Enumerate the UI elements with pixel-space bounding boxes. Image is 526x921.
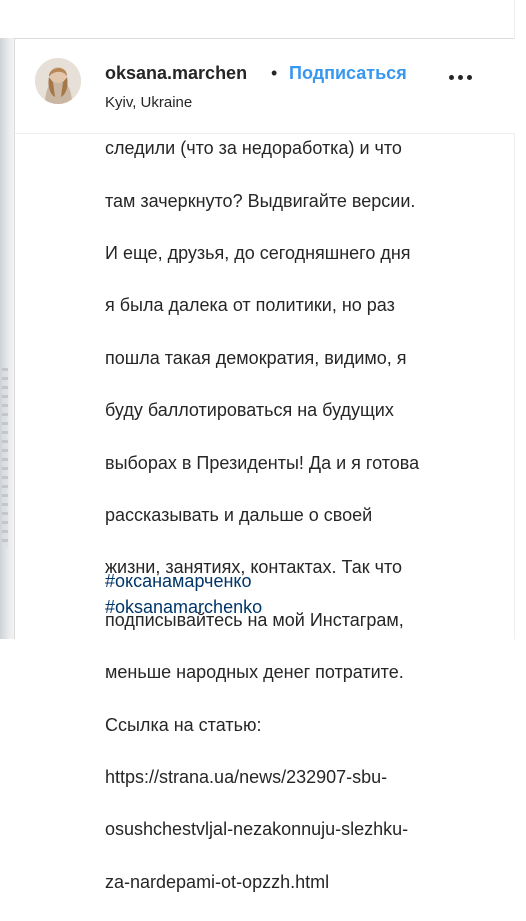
hashtag-link[interactable]: #oksanamarchenko [105, 594, 262, 620]
follow-button[interactable]: Подписаться [289, 63, 407, 84]
post-side-panel: oksana.marchen • Подписаться Kyiv, Ukrai… [14, 38, 515, 892]
avatar[interactable] [35, 58, 81, 104]
more-dot-icon [467, 75, 472, 80]
hashtag-list: #оксанамарченко #oksanamarchenko [105, 568, 262, 620]
location-link[interactable]: Kyiv, Ukraine [105, 94, 192, 111]
caption-line: буду баллотироваться на будущих [105, 400, 394, 421]
caption-line: пошла такая демократия, видимо, я [105, 347, 407, 368]
avatar-image [35, 58, 81, 104]
caption-line: там зачеркнуто? Выдвигайте версии. [105, 190, 416, 211]
caption-link[interactable]: za-nardepami-ot-opzzh.html [105, 869, 505, 895]
caption-line: рассказывать и дальше о своей [105, 505, 373, 526]
caption-line: И еще, друзья, до сегодняшнего дня [105, 243, 411, 264]
more-dot-icon [458, 75, 463, 80]
separator-dot: • [271, 63, 278, 83]
username-link[interactable]: oksana.marchen [105, 63, 247, 84]
caption-line: выборах в Президенты! Да и я готова [105, 452, 420, 473]
caption-line: меньше народных денег потратите. [105, 662, 404, 683]
caption-line: следили (что за недоработка) и что [105, 138, 402, 159]
more-dot-icon [449, 75, 454, 80]
caption-link[interactable]: osushchestvljal-nezakonnuju-slezhku- [105, 816, 505, 842]
post-photo-edge [0, 38, 14, 639]
caption-link[interactable]: https://strana.ua/news/232907-sbu- [105, 764, 505, 790]
post-caption: следили (что за недоработка) и что там з… [105, 109, 505, 921]
hashtag-link[interactable]: #оксанамарченко [105, 568, 262, 594]
window-edge [514, 0, 526, 639]
caption-line: я была далека от политики, но раз [105, 295, 395, 316]
post-header: oksana.marchen • Подписаться Kyiv, Ukrai… [15, 39, 515, 134]
more-options-icon[interactable] [449, 75, 475, 83]
caption-line: Ссылка на статью: [105, 714, 262, 735]
